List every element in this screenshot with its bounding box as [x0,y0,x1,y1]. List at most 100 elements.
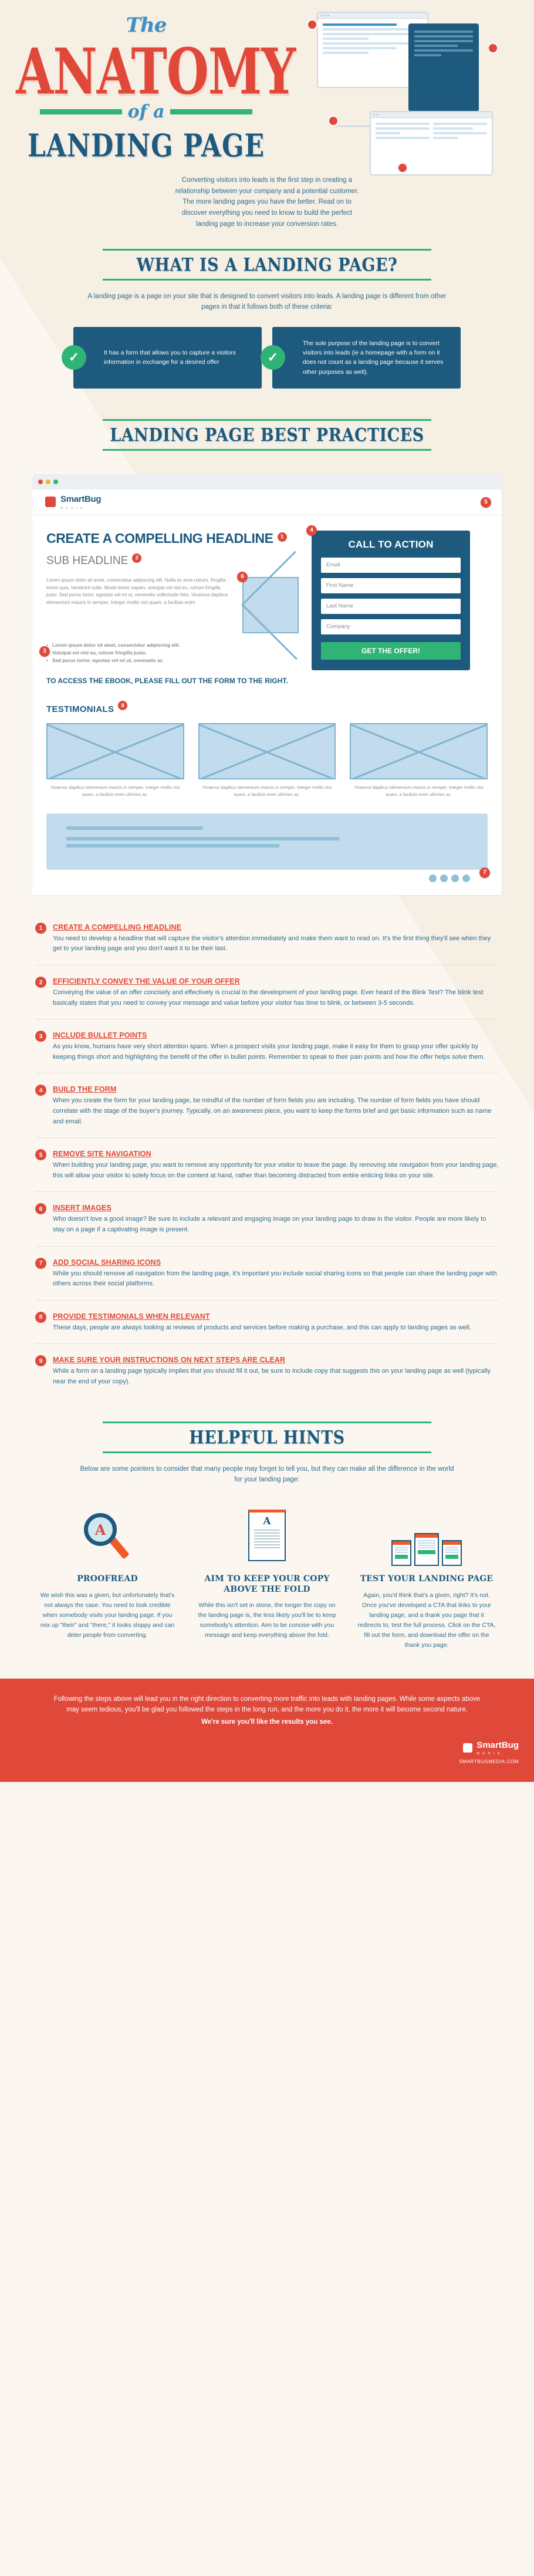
hint-art: A [35,1505,180,1566]
placeholder-line [254,1547,280,1549]
email-field[interactable]: Email [321,557,461,573]
hero-pin-marker [487,42,499,54]
hint-title: TEST YOUR LANDING PAGE [360,1574,494,1584]
tip-content: INCLUDE BULLET POINTS As you know, human… [53,1030,499,1062]
placeholder-line [323,42,423,45]
placeholder-line [433,123,487,125]
mockup-right-column: 4 CALL TO ACTION Email First Name Last N… [306,525,470,687]
placeholder-line [414,35,473,38]
tip-title[interactable]: INCLUDE BULLET POINTS [53,1031,147,1039]
wireframe-browser-bottom [370,111,493,175]
bullet-item: Lorem ipsum dolor sit amet, consectetur … [46,642,299,649]
footer-url[interactable]: SMARTBUGMEDIA.COM [0,1755,534,1764]
tip-title[interactable]: REMOVE SITE NAVIGATION [53,1150,151,1158]
tip-body: When building your landing page, you wan… [53,1162,499,1179]
browser-dot-icon [373,114,375,116]
monitor-content [415,1538,438,1557]
placeholder-line [376,137,430,139]
tip-item: 4 BUILD THE FORM When you create the for… [35,1084,499,1139]
hero-the: The [126,13,167,37]
tip-title[interactable]: BUILD THE FORM [53,1085,116,1093]
best-practices-heading-block: LANDING PAGE BEST PRACTICES [103,418,431,451]
tip-content: PROVIDE TESTIMONIALS WHEN RELEVANT These… [53,1311,471,1333]
badge-image: 6 [237,571,248,582]
placeholder-line [414,31,473,33]
social-icons-row: 7 [46,867,490,882]
testimonial-card: Vivamus dapibus elementum mauris in semp… [350,723,488,798]
placeholder-line [414,54,441,56]
document-lines [249,1527,285,1549]
tip-item: 1 CREATE A COMPELLING HEADLINE You need … [35,922,499,966]
monitor-content [393,1545,410,1561]
placeholder-line [323,52,369,54]
placeholder-line [376,123,430,125]
hero-pin-marker [397,162,408,174]
facebook-icon[interactable] [429,874,437,882]
mockup-titlebar [32,474,502,489]
criteria-item: ✓ The sole purpose of the landing page i… [261,326,461,389]
monitors-icon [391,1533,462,1566]
mockup-browser: SmartBug M E D I A 5 CREATE A COMPELLING… [32,474,502,895]
tip-body: Conveying the value of an offer concisel… [53,989,484,1007]
tip-title[interactable]: MAKE SURE YOUR INSTRUCTIONS ON NEXT STEP… [53,1356,285,1364]
testimonial-card: Vivamus dapibus elementum mauris in semp… [198,723,336,798]
tip-item: 8 PROVIDE TESTIMONIALS WHEN RELEVANT The… [35,1311,499,1345]
tip-content: BUILD THE FORM When you create the form … [53,1084,499,1127]
google-plus-icon[interactable] [462,874,470,882]
tip-title[interactable]: EFFICIENTLY CONVEY THE VALUE OF YOUR OFF… [53,977,240,985]
tip-number: 8 [35,1311,46,1323]
what-is-heading: WHAT IS A LANDING PAGE? [136,254,398,276]
linkedin-icon[interactable] [451,874,459,882]
footer-brand-name: SmartBug [476,1740,519,1751]
window-maximize-icon[interactable] [53,479,58,484]
hint-item: A AIM TO KEEP YOUR COPY ABOVE THE FOLD W… [195,1505,339,1650]
placeholder-line [254,1530,280,1531]
placeholder-line [414,45,458,47]
placeholder-line [254,1532,280,1534]
monitor-small-left [391,1540,411,1566]
twitter-icon[interactable] [440,874,448,882]
hint-item: TEST YOUR LANDING PAGE Again, you'd thin… [354,1505,499,1650]
last-name-field[interactable]: Last Name [321,598,461,614]
first-name-field[interactable]: First Name [321,578,461,593]
brand-logo-text: SmartBug M E D I A [60,494,102,510]
hint-item: A PROOFREAD We wish this was a given, bu… [35,1505,180,1650]
brand-logo-icon [45,497,56,508]
testimonial-text: Vivamus dapibus elementum mauris in semp… [354,784,484,797]
window-minimize-icon[interactable] [46,479,50,484]
badge-headline: 1 [277,532,287,542]
tip-content: ADD SOCIAL SHARING ICONS While you shoul… [53,1257,499,1289]
tip-body: When you create the form for your landin… [53,1097,492,1125]
testimonial-text: Vivamus dapibus elementum mauris in semp… [50,784,180,797]
wireframe-column [433,123,487,141]
bullet-item: Volutpat vel nisl eu, rutrum fringilla j… [46,649,299,657]
magnifier-icon: A [80,1512,134,1566]
what-is-heading-block: WHAT IS A LANDING PAGE? [103,249,431,281]
badge-subheadline: 2 [132,553,142,563]
window-close-icon[interactable] [38,479,43,484]
footer-brand-text: SmartBug M E D I A [476,1740,519,1755]
tip-number: 7 [35,1257,46,1269]
footer-text: Following the steps above will lead you … [50,1694,484,1727]
criteria-text: The sole purpose of the landing page is … [303,339,444,376]
tip-body: These days, people are always looking at… [53,1324,471,1331]
tip-title[interactable]: CREATE A COMPELLING HEADLINE [53,923,181,931]
tip-title[interactable]: PROVIDE TESTIMONIALS WHEN RELEVANT [53,1312,210,1321]
hero-title-block: The ANATOMY of a LANDING PAGE [0,13,296,163]
testimonial-text: Vivamus dapibus elementum mauris in semp… [202,784,332,797]
document-icon: A [239,1510,295,1566]
badge-social: 7 [479,867,490,878]
tip-title[interactable]: ADD SOCIAL SHARING ICONS [53,1258,161,1267]
tip-title[interactable]: INSERT IMAGES [53,1204,111,1212]
hero-subject: LANDING PAGE [27,127,265,164]
mockup-subheadline: SUB HEADLINE [46,554,129,567]
company-field[interactable]: Company [321,619,461,634]
mockup-footer-panel: 7 [32,804,502,895]
wireframe-column [376,123,430,141]
mockup-bullet-list: Lorem ipsum dolor sit amet, consectetur … [46,642,299,665]
get-the-offer-button[interactable]: GET THE OFFER! [321,642,461,660]
hero-section: The ANATOMY of a LANDING PAGE Converting… [0,0,534,235]
hint-art [354,1505,499,1566]
infographic-page: The ANATOMY of a LANDING PAGE Converting… [0,0,534,1782]
tip-item: 5 REMOVE SITE NAVIGATION When building y… [35,1149,499,1193]
